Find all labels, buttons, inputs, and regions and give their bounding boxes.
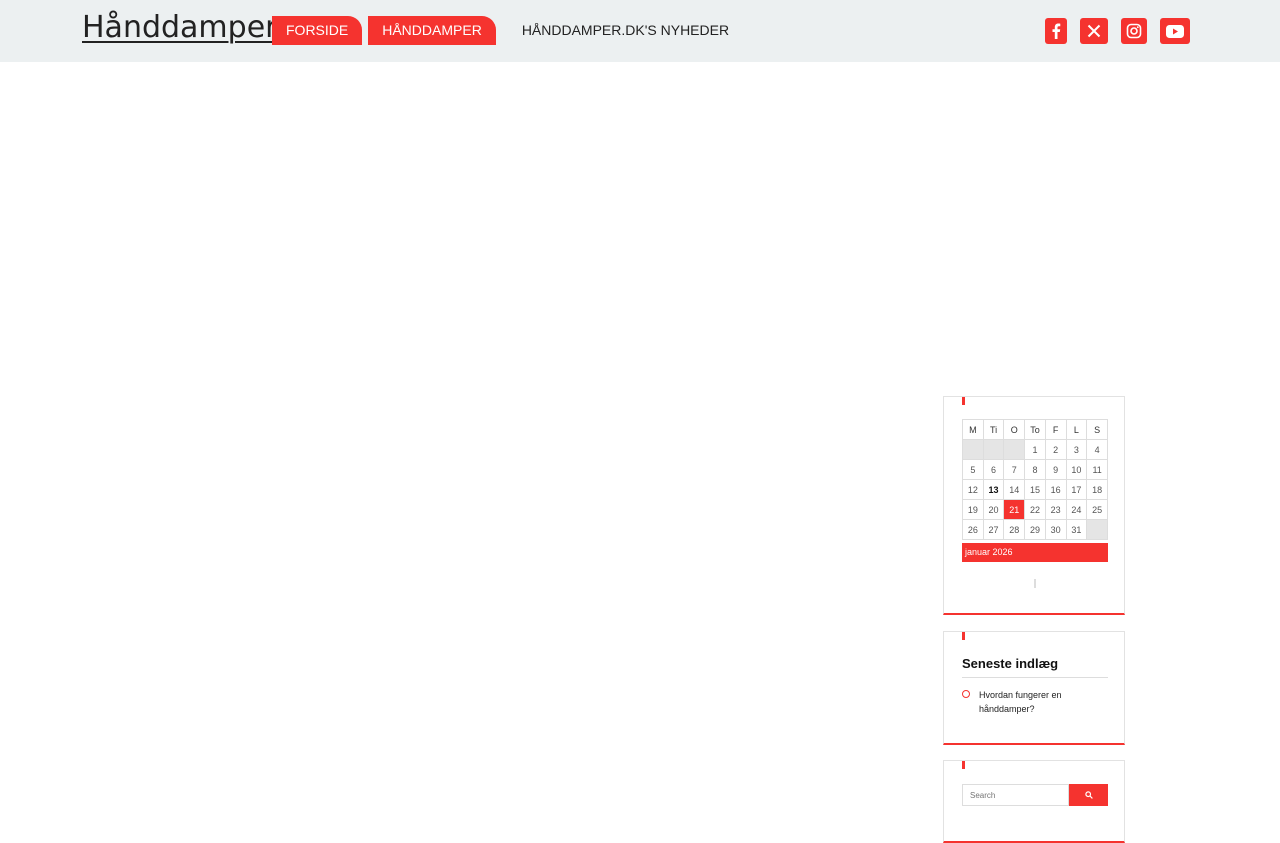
- calendar-table: M Ti O To F L S 1 2 3 4 5 6 7 8 9 10 11 12 13 14 15 16 1…: [962, 419, 1108, 540]
- calendar-days: 1 2 3 4 5 6 7 8 9 10 11 12 13 14 15 16 17 18 19 20 21 22 23 24 2…: [962, 439, 1108, 540]
- calendar-day: 24: [1065, 499, 1088, 520]
- calendar-week: 1234: [962, 439, 1108, 460]
- widget-accent: [962, 761, 965, 769]
- calendar-empty-day: [1003, 439, 1026, 460]
- calendar-day: 31: [1065, 519, 1088, 540]
- widget-accent: [962, 632, 965, 640]
- calendar-day: 28: [1003, 519, 1026, 540]
- weekday: To: [1024, 419, 1046, 440]
- calendar-day: 10: [1065, 459, 1088, 480]
- calendar-day: 12: [962, 479, 984, 500]
- calendar-day: 9: [1044, 459, 1067, 480]
- recent-post-item[interactable]: Hvordan fungerer en hånddamper?: [962, 688, 1108, 716]
- calendar-day: 8: [1024, 459, 1046, 480]
- calendar-day-today: 21: [1003, 499, 1026, 520]
- weekday: S: [1086, 419, 1108, 440]
- calendar-widget: M Ti O To F L S 1 2 3 4 5 6 7 8 9 10 11 12 13 14 15 16 1…: [943, 396, 1125, 615]
- calendar-pager: [1034, 579, 1036, 588]
- nav-item-nyheder[interactable]: HÅNDDAMPER.DK'S NYHEDER: [508, 16, 743, 45]
- youtube-icon[interactable]: [1160, 18, 1190, 44]
- calendar-day: 17: [1065, 479, 1088, 500]
- calendar-day: 30: [1044, 519, 1067, 540]
- calendar-day: 2: [1044, 439, 1067, 460]
- calendar-day: 6: [982, 459, 1005, 480]
- calendar-day-link[interactable]: 13: [982, 479, 1005, 500]
- calendar-day: 29: [1024, 519, 1046, 540]
- facebook-icon[interactable]: [1045, 18, 1067, 44]
- calendar-day: 3: [1065, 439, 1088, 460]
- recent-posts-widget: Seneste indlæg Hvordan fungerer en håndd…: [943, 631, 1125, 745]
- weekday: O: [1003, 419, 1026, 440]
- calendar-day: 14: [1003, 479, 1026, 500]
- calendar-empty-day: [962, 439, 984, 460]
- calendar-day: 1: [1024, 439, 1046, 460]
- site-title[interactable]: Hånddamper: [82, 10, 277, 45]
- main-nav: FORSIDE HÅNDDAMPER HÅNDDAMPER.DK'S NYHED…: [272, 16, 749, 45]
- calendar-weekdays: M Ti O To F L S: [962, 419, 1108, 440]
- weekday: L: [1065, 419, 1088, 440]
- nav-item-handdamper[interactable]: HÅNDDAMPER: [368, 16, 496, 45]
- calendar-day: 7: [1003, 459, 1026, 480]
- calendar-day: 20: [982, 499, 1005, 520]
- search-button[interactable]: [1069, 784, 1108, 806]
- instagram-icon[interactable]: [1121, 18, 1147, 44]
- calendar-day: 25: [1086, 499, 1108, 520]
- x-icon[interactable]: [1080, 18, 1108, 44]
- calendar-day: 5: [962, 459, 984, 480]
- calendar-day: 22: [1024, 499, 1046, 520]
- calendar-month-label: januar 2026: [962, 543, 1108, 562]
- weekday: F: [1044, 419, 1067, 440]
- calendar-day: 15: [1024, 479, 1046, 500]
- recent-posts-title: Seneste indlæg: [962, 656, 1108, 678]
- nav-item-forside[interactable]: FORSIDE: [272, 16, 363, 45]
- calendar-day: 11: [1086, 459, 1108, 480]
- calendar-day: 19: [962, 499, 984, 520]
- calendar-empty-day: [1086, 519, 1108, 540]
- circle-bullet-icon: [962, 690, 970, 698]
- recent-post-link[interactable]: Hvordan fungerer en hånddamper?: [979, 688, 1108, 716]
- search-input[interactable]: [962, 784, 1069, 806]
- weekday: M: [962, 419, 984, 440]
- calendar-day: 18: [1086, 479, 1108, 500]
- calendar-week: 26 27 28 29 30 31: [962, 519, 1108, 540]
- calendar-day: 23: [1044, 499, 1067, 520]
- calendar-day: 16: [1044, 479, 1067, 500]
- calendar-week: 12 13 14 15 16 17 18: [962, 479, 1108, 500]
- calendar-day: 26: [962, 519, 984, 540]
- calendar-day: 4: [1086, 439, 1108, 460]
- calendar-day: 27: [982, 519, 1005, 540]
- calendar-week: 19 20 21 22 23 24 25: [962, 499, 1108, 520]
- search-widget: [943, 760, 1125, 843]
- calendar-empty-day: [982, 439, 1005, 460]
- widget-accent: [962, 397, 965, 405]
- weekday: Ti: [982, 419, 1005, 440]
- search-icon: [1084, 791, 1093, 799]
- site-header: Hånddamper FORSIDE HÅNDDAMPER HÅNDDAMPER…: [0, 0, 1280, 62]
- calendar-week: 5 6 7 8 9 10 11: [962, 459, 1108, 480]
